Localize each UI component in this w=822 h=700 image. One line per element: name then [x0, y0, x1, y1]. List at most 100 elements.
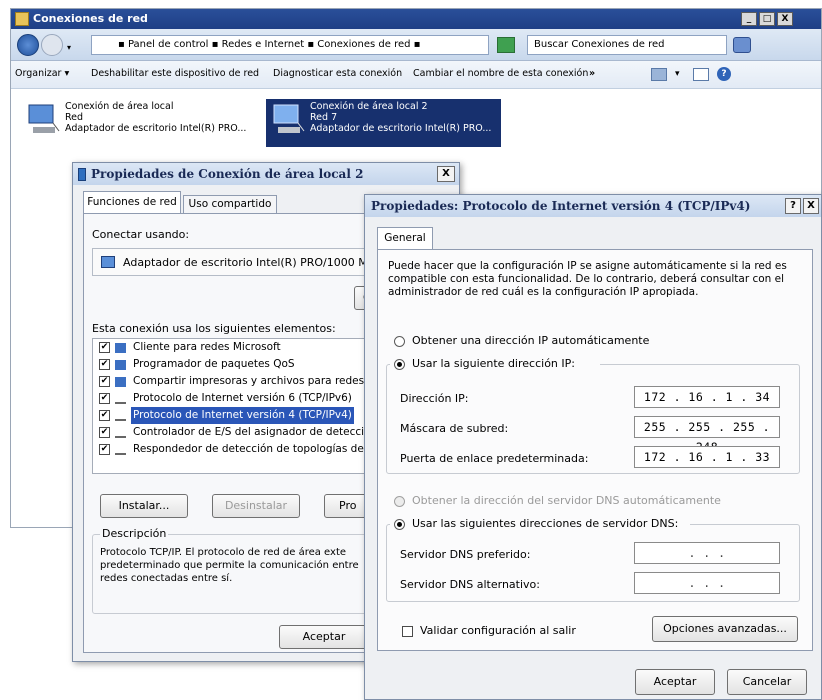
adapter-name: Conexión de área local 2 — [310, 101, 428, 112]
validate-checkbox[interactable] — [402, 626, 413, 637]
command-bar: Organizar ▾ Deshabilitar este dispositiv… — [11, 61, 821, 89]
item-checkbox[interactable]: ✔ — [99, 376, 110, 387]
views-dropdown-icon[interactable]: ▾ — [675, 61, 680, 87]
more-commands[interactable]: » — [589, 61, 595, 87]
item-checkbox[interactable]: ✔ — [99, 359, 110, 370]
rename-command[interactable]: Cambiar el nombre de esta conexión — [413, 61, 588, 87]
install-button[interactable]: Instalar... — [100, 494, 188, 518]
ok-button[interactable]: Aceptar — [635, 669, 715, 695]
ip-address-field[interactable]: 172 . 16 . 1 . 34 — [634, 386, 780, 408]
item-checkbox[interactable]: ✔ — [99, 427, 110, 438]
preferred-dns-field[interactable]: . . . — [634, 542, 780, 564]
component-icon — [115, 394, 126, 404]
manual-ip-label: Usar la siguiente dirección IP: — [412, 357, 575, 370]
component-icon — [115, 377, 126, 387]
tab-network-functions[interactable]: Funciones de red — [83, 191, 181, 213]
intro-text: Puede hacer que la configuración IP se a… — [388, 260, 787, 298]
adapter-device: Adaptador de escritorio Intel(R) PRO... — [65, 123, 247, 134]
dns-group-header: Usar las siguientes direcciones de servi… — [390, 516, 690, 532]
adapter-item-selected[interactable]: Conexión de área local 2 Red 7 Adaptador… — [266, 99, 501, 147]
manual-dns-label: Usar las siguientes direcciones de servi… — [412, 517, 679, 530]
item-label: Respondedor de detección de topologías d… — [133, 443, 364, 455]
component-icon — [115, 428, 126, 438]
cancel-button[interactable]: Cancelar — [727, 669, 807, 695]
advanced-options-button[interactable]: Opciones avanzadas... — [652, 616, 798, 642]
tab-sharing[interactable]: Uso compartido — [183, 195, 277, 213]
search-input[interactable]: Buscar Conexiones de red — [527, 35, 727, 55]
diagnose-command[interactable]: Diagnosticar esta conexión — [273, 61, 402, 87]
ip-address-label: Dirección IP: — [400, 392, 469, 405]
window-title: Conexiones de red — [11, 9, 821, 29]
item-label: Cliente para redes Microsoft — [133, 341, 281, 353]
ip-group-header: Usar la siguiente dirección IP: — [390, 356, 600, 372]
address-bar: ▾ ▪ Panel de control ▪ Redes e Internet … — [11, 29, 821, 61]
help-icon[interactable]: ? — [717, 67, 731, 81]
item-label: Protocolo de Internet versión 6 (TCP/IPv… — [133, 392, 352, 404]
help-button[interactable]: ? — [785, 198, 801, 214]
component-icon — [115, 445, 126, 455]
subnet-mask-label: Máscara de subred: — [400, 422, 509, 435]
item-label: Controlador de E/S del asignador de dete… — [133, 426, 365, 438]
disable-device-command[interactable]: Deshabilitar este dispositivo de red — [91, 61, 259, 87]
adapter-network: Red — [65, 112, 84, 123]
network-folder-icon — [15, 12, 29, 26]
subnet-mask-field[interactable]: 255 . 255 . 255 . 248 — [634, 416, 780, 454]
adapter-network: Red 7 — [310, 112, 338, 123]
ok-button[interactable]: Aceptar — [279, 625, 369, 649]
close-button[interactable]: X — [437, 166, 455, 182]
manual-ip-radio[interactable] — [394, 359, 405, 370]
network-adapter-icon — [270, 103, 306, 135]
adapter-item[interactable]: Conexión de área local Red Adaptador de … — [21, 99, 251, 147]
views-icon[interactable] — [651, 68, 667, 81]
dialog-title: Propiedades: Protocolo de Internet versi… — [365, 195, 821, 217]
item-label: Protocolo de Internet versión 4 (TCP/IPv… — [131, 407, 354, 424]
connect-using-label: Conectar usando: — [92, 228, 190, 241]
item-label: Compartir impresoras y archivos para red… — [133, 375, 377, 387]
items-label: Esta conexión usa los siguientes element… — [92, 322, 336, 335]
auto-dns-radio — [394, 496, 405, 507]
tab-general[interactable]: General — [377, 227, 433, 249]
maximize-button[interactable]: □ — [759, 12, 775, 26]
history-dropdown-icon[interactable]: ▾ — [67, 43, 71, 52]
tab-panel: Puede hacer que la configuración IP se a… — [377, 249, 813, 651]
forward-icon[interactable] — [41, 34, 63, 56]
ipv4-properties-dialog: Propiedades: Protocolo de Internet versi… — [364, 194, 822, 700]
description-label: Descripción — [100, 527, 169, 540]
auto-ip-radio[interactable] — [394, 336, 405, 347]
auto-dns-label: Obtener la dirección del servidor DNS au… — [412, 494, 721, 507]
adapter-name: Adaptador de escritorio Intel(R) PRO/100… — [123, 256, 375, 269]
adapter-name: Conexión de área local — [65, 101, 174, 112]
manual-dns-radio[interactable] — [394, 519, 405, 530]
description-text: Protocolo TCP/IP. El protocolo de red de… — [100, 547, 359, 584]
component-icon — [115, 360, 126, 370]
close-button[interactable]: X — [777, 12, 793, 26]
uninstall-button: Desinstalar — [212, 494, 300, 518]
preview-pane-icon[interactable] — [693, 68, 709, 81]
adapter-device: Adaptador de escritorio Intel(R) PRO... — [310, 123, 492, 134]
item-label: Programador de paquetes QoS — [133, 358, 295, 370]
component-icon — [115, 411, 126, 421]
refresh-icon[interactable] — [497, 37, 515, 53]
auto-ip-label: Obtener una dirección IP automáticamente — [412, 334, 650, 347]
item-checkbox[interactable]: ✔ — [99, 393, 110, 404]
gateway-label: Puerta de enlace predeterminada: — [400, 452, 589, 465]
item-checkbox[interactable]: ✔ — [99, 410, 110, 421]
network-adapter-icon — [101, 256, 115, 268]
validate-label: Validar configuración al salir — [420, 624, 576, 637]
gateway-field[interactable]: 172 . 16 . 1 . 33 — [634, 446, 780, 468]
network-icon — [78, 168, 86, 181]
network-adapter-icon — [25, 103, 61, 135]
item-checkbox[interactable]: ✔ — [99, 342, 110, 353]
item-checkbox[interactable]: ✔ — [99, 444, 110, 455]
search-icon[interactable] — [733, 37, 751, 53]
alternate-dns-field[interactable]: . . . — [634, 572, 780, 594]
component-icon — [115, 343, 126, 353]
minimize-button[interactable]: _ — [741, 12, 757, 26]
organize-menu[interactable]: Organizar ▾ — [15, 61, 69, 87]
close-button[interactable]: X — [803, 198, 819, 214]
back-icon[interactable] — [17, 34, 39, 56]
dialog-title: Propiedades de Conexión de área local 2 — [73, 163, 459, 185]
preferred-dns-label: Servidor DNS preferido: — [400, 548, 531, 561]
alternate-dns-label: Servidor DNS alternativo: — [400, 578, 540, 591]
breadcrumb[interactable]: ▪ Panel de control ▪ Redes e Internet ▪ … — [91, 35, 489, 55]
